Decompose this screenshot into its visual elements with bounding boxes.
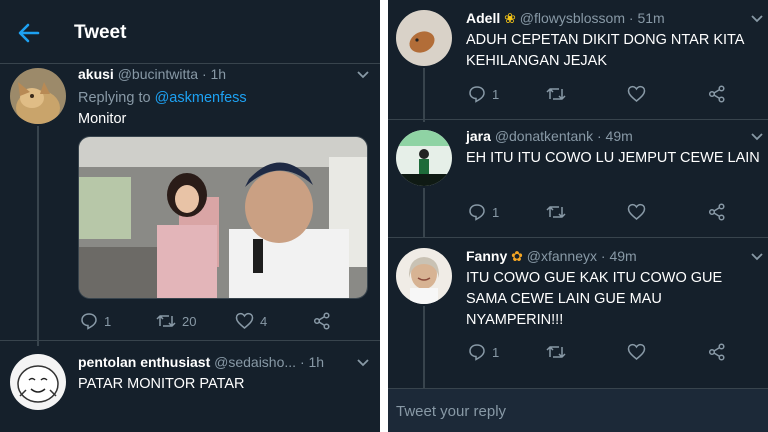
reply-icon xyxy=(81,313,97,330)
tweet-text: EH ITU ITU COWO LU JEMPUT CEWE LAIN xyxy=(466,150,760,166)
share-icon xyxy=(708,85,725,103)
divider xyxy=(0,340,380,341)
avatar[interactable] xyxy=(396,130,452,186)
avatar[interactable] xyxy=(10,354,66,410)
reply-button[interactable]: 1 xyxy=(80,312,111,330)
tweet-header: Fanny ✿ @xfanneyx · 49m xyxy=(466,248,637,265)
like-button[interactable] xyxy=(627,203,646,221)
share-icon xyxy=(708,203,725,221)
chevron-down-icon[interactable] xyxy=(356,358,370,368)
display-name[interactable]: akusi xyxy=(78,66,114,82)
like-button[interactable]: 4 xyxy=(235,312,267,330)
tweet-text: ADUH CEPETAN DIKIT DONG NTAR KITA KEHILA… xyxy=(466,32,744,69)
reply-button[interactable]: 1 xyxy=(468,203,499,221)
retweet-icon xyxy=(156,315,176,327)
handle[interactable]: @donatkentank xyxy=(495,128,593,144)
left-screen: Tweet akusi @bucintwitta · 1h Replying t… xyxy=(0,0,380,432)
share-icon xyxy=(708,343,725,361)
divider xyxy=(388,237,768,238)
share-button[interactable] xyxy=(313,312,331,330)
share-button[interactable] xyxy=(708,85,726,103)
handle[interactable]: @sedaisho... xyxy=(214,354,296,370)
handle[interactable]: @bucintwitta xyxy=(118,66,198,82)
like-button[interactable] xyxy=(627,343,646,361)
reply-icon xyxy=(469,86,485,103)
person-avatar-image xyxy=(396,130,452,186)
like-button[interactable] xyxy=(627,85,646,103)
tweet-media[interactable] xyxy=(78,136,368,299)
flower-emoji-icon: ❀ xyxy=(504,10,516,26)
reply-composer[interactable]: Tweet your reply xyxy=(388,388,768,432)
tweet-header: pentolan enthusiast @sedaisho... · 1h xyxy=(78,354,324,370)
like-count: 4 xyxy=(260,313,268,329)
share-button[interactable] xyxy=(708,343,726,361)
display-name[interactable]: jara xyxy=(466,128,491,144)
timestamp: · 1h xyxy=(201,66,227,82)
share-icon xyxy=(313,312,330,330)
header: Tweet xyxy=(0,0,380,64)
retweet-button[interactable] xyxy=(546,343,566,361)
tweet-text: Monitor xyxy=(78,111,127,127)
chevron-down-icon[interactable] xyxy=(750,14,764,24)
reply-icon xyxy=(469,204,485,221)
avatar[interactable] xyxy=(396,10,452,66)
tweet-header: Adell ❀ @flowysblossom · 51m xyxy=(466,10,665,27)
woman-avatar-image xyxy=(396,248,452,304)
timestamp: · 1h xyxy=(299,354,325,370)
heart-icon xyxy=(627,203,646,220)
reply-count: 1 xyxy=(492,344,500,360)
display-name[interactable]: pentolan enthusiast xyxy=(78,354,210,370)
mention-link[interactable]: @askmenfess xyxy=(155,90,247,106)
back-arrow-icon[interactable] xyxy=(16,20,42,46)
flower-emoji-icon: ✿ xyxy=(511,248,523,264)
chevron-down-icon[interactable] xyxy=(750,132,764,142)
reply-count: 1 xyxy=(492,204,500,220)
thread-line xyxy=(423,68,425,122)
divider xyxy=(388,119,768,120)
thread-line xyxy=(37,126,39,346)
reply-button[interactable]: 1 xyxy=(468,85,499,103)
tweet-text: ITU COWO GUE KAK ITU COWO GUE SAMA CEWE … xyxy=(466,270,723,328)
thread-line xyxy=(423,306,425,388)
reply-count: 1 xyxy=(492,86,500,102)
handle[interactable]: @xfanneyx xyxy=(527,248,597,264)
retweet-count: 20 xyxy=(182,313,197,329)
reply-input-placeholder[interactable]: Tweet your reply xyxy=(396,403,506,420)
timestamp: · 49m xyxy=(596,128,633,144)
timestamp: · 51m xyxy=(628,10,665,26)
display-name[interactable]: Fanny xyxy=(466,248,507,264)
reply-icon xyxy=(469,344,485,361)
avatar[interactable] xyxy=(10,68,66,124)
heart-icon xyxy=(235,312,254,329)
chevron-down-icon[interactable] xyxy=(750,252,764,262)
heart-icon xyxy=(627,85,646,102)
retweet-icon xyxy=(546,88,566,100)
avatar[interactable] xyxy=(396,248,452,304)
retweet-button[interactable] xyxy=(546,85,566,103)
reply-count: 1 xyxy=(104,313,112,329)
thread-line xyxy=(423,188,425,238)
dog-avatar-image xyxy=(10,68,66,124)
share-button[interactable] xyxy=(708,203,726,221)
tweet-header: akusi @bucintwitta · 1h xyxy=(78,66,226,82)
chevron-down-icon[interactable] xyxy=(356,70,370,80)
heart-icon xyxy=(627,343,646,360)
reply-button[interactable]: 1 xyxy=(468,343,499,361)
car-photo xyxy=(79,137,367,298)
retweet-icon xyxy=(546,346,566,358)
display-name[interactable]: Adell xyxy=(466,10,500,26)
retweet-icon xyxy=(546,206,566,218)
tweet-header: jara @donatkentank · 49m xyxy=(466,128,633,144)
retweet-button[interactable]: 20 xyxy=(156,312,196,330)
tweet-text: PATAR MONITOR PATAR xyxy=(78,376,245,392)
right-screen: Adell ❀ @flowysblossom · 51m ADUH CEPETA… xyxy=(388,0,768,432)
chick-avatar-image xyxy=(396,10,452,66)
replying-label: Replying to xyxy=(78,90,151,106)
page-title: Tweet xyxy=(74,22,127,43)
smiley-avatar-image xyxy=(10,354,66,410)
handle[interactable]: @flowysblossom xyxy=(520,10,625,26)
replying-to: Replying to @askmenfess xyxy=(78,90,247,106)
retweet-button[interactable] xyxy=(546,203,566,221)
timestamp: · 49m xyxy=(600,248,637,264)
